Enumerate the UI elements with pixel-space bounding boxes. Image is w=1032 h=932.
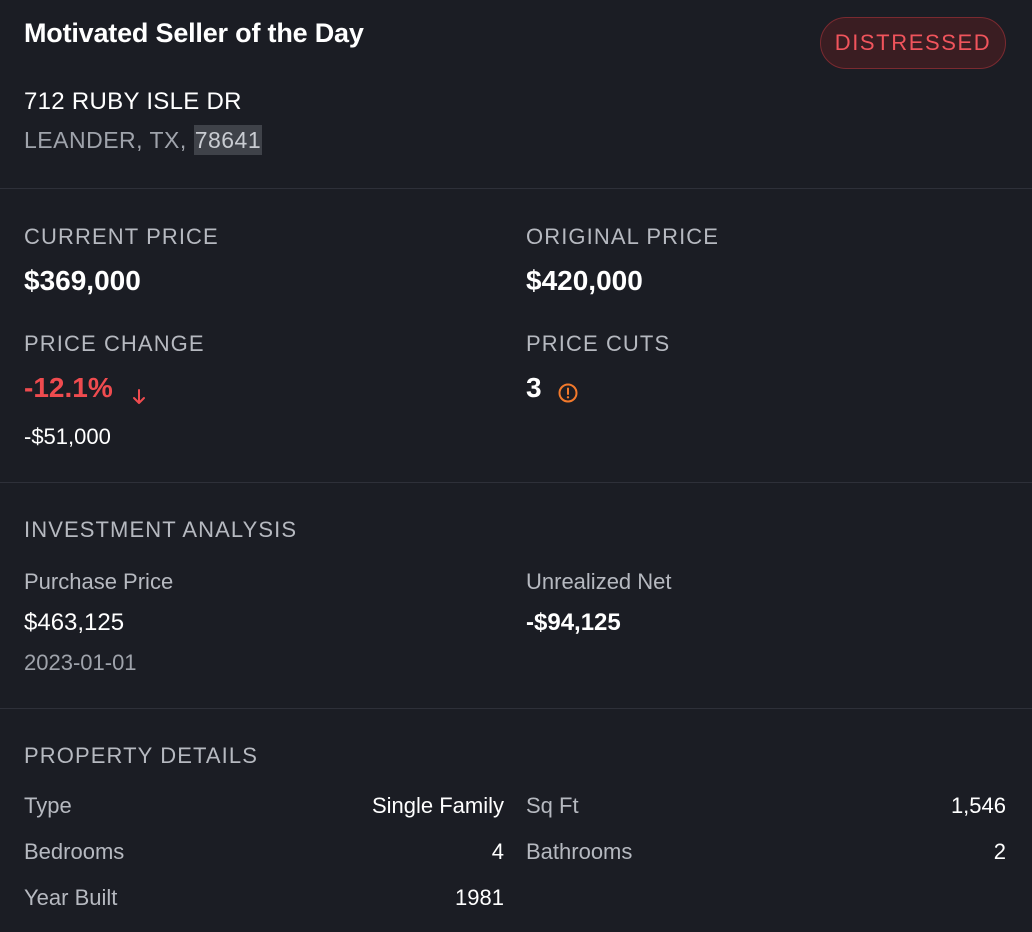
divider xyxy=(0,188,1032,189)
price-change-percent: -12.1% xyxy=(24,372,147,404)
type-label: Type xyxy=(24,793,72,818)
current-price-label: CURRENT PRICE xyxy=(24,224,219,249)
purchase-date: 2023-01-01 xyxy=(24,650,137,675)
sqft-value: 1,546 xyxy=(950,793,1006,818)
purchase-price-value: $463,125 xyxy=(24,609,125,636)
distressed-status-badge: DISTRESSED xyxy=(820,17,1006,69)
address-street: 712 RUBY ISLE DR xyxy=(24,88,242,115)
price-change-percent-text: -12.1% xyxy=(24,372,113,403)
original-price-label: ORIGINAL PRICE xyxy=(526,224,720,249)
divider xyxy=(0,708,1032,709)
price-cuts-label: PRICE CUTS xyxy=(526,331,671,356)
year-built-label: Year Built xyxy=(24,885,118,910)
investment-analysis-heading: INVESTMENT ANALYSIS xyxy=(24,517,298,542)
sqft-label: Sq Ft xyxy=(526,793,579,818)
bedrooms-label: Bedrooms xyxy=(24,839,125,864)
purchase-price-label: Purchase Price xyxy=(24,569,174,594)
address-city-state: LEANDER, TX, xyxy=(24,127,194,153)
card-title: Motivated Seller of the Day xyxy=(24,18,364,48)
year-built-value: 1981 xyxy=(455,885,504,910)
current-price-value: $369,000 xyxy=(24,265,141,296)
alert-circle-icon xyxy=(557,379,579,403)
price-change-label: PRICE CHANGE xyxy=(24,331,205,356)
bedrooms-value: 4 xyxy=(491,839,504,864)
property-details-heading: PROPERTY DETAILS xyxy=(24,743,259,768)
bathrooms-value: 2 xyxy=(993,839,1006,864)
address-zip[interactable]: 78641 xyxy=(193,125,263,155)
price-cuts-value: 3 xyxy=(526,372,579,404)
bathrooms-label: Bathrooms xyxy=(526,839,633,864)
price-cuts-count: 3 xyxy=(526,372,542,403)
original-price-value: $420,000 xyxy=(526,265,643,296)
unrealized-net-value: -$94,125 xyxy=(526,609,621,636)
unrealized-net-label: Unrealized Net xyxy=(526,569,672,594)
type-value: Single Family xyxy=(371,793,504,818)
arrow-down-icon xyxy=(131,381,147,404)
price-change-amount: -$51,000 xyxy=(24,424,111,449)
divider xyxy=(0,482,1032,483)
address-city-state-zip: LEANDER, TX, 78641 xyxy=(24,125,263,155)
